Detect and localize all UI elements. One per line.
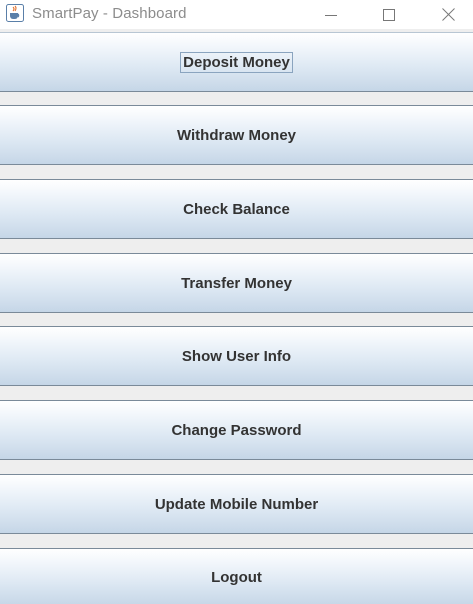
button-label: Check Balance — [183, 200, 290, 218]
maximize-button[interactable] — [360, 0, 418, 29]
button-label: Withdraw Money — [176, 126, 297, 144]
show-user-info-button[interactable]: Show User Info — [0, 326, 473, 386]
button-label: Update Mobile Number — [154, 495, 319, 513]
java-cup-icon — [6, 4, 24, 22]
minimize-icon — [325, 14, 337, 16]
button-label: Transfer Money — [181, 274, 292, 292]
close-icon — [441, 8, 455, 21]
logout-button[interactable]: Logout — [0, 548, 473, 604]
change-password-button[interactable]: Change Password — [0, 400, 473, 460]
window-title: SmartPay - Dashboard — [32, 5, 187, 22]
button-label: Show User Info — [181, 347, 292, 365]
deposit-money-button[interactable]: Deposit Money — [0, 32, 473, 92]
button-label: Logout — [211, 569, 262, 586]
button-label: Change Password — [171, 421, 302, 439]
update-mobile-number-button[interactable]: Update Mobile Number — [0, 474, 473, 534]
button-label: Deposit Money — [180, 51, 293, 73]
title-bar: SmartPay - Dashboard — [0, 0, 473, 29]
withdraw-money-button[interactable]: Withdraw Money — [0, 105, 473, 165]
transfer-money-button[interactable]: Transfer Money — [0, 253, 473, 313]
minimize-button[interactable] — [302, 0, 360, 29]
maximize-icon — [383, 8, 395, 21]
check-balance-button[interactable]: Check Balance — [0, 179, 473, 239]
close-button[interactable] — [419, 0, 473, 29]
smartpay-dashboard-window: SmartPay - Dashboard Deposit Money Withd… — [0, 0, 473, 604]
